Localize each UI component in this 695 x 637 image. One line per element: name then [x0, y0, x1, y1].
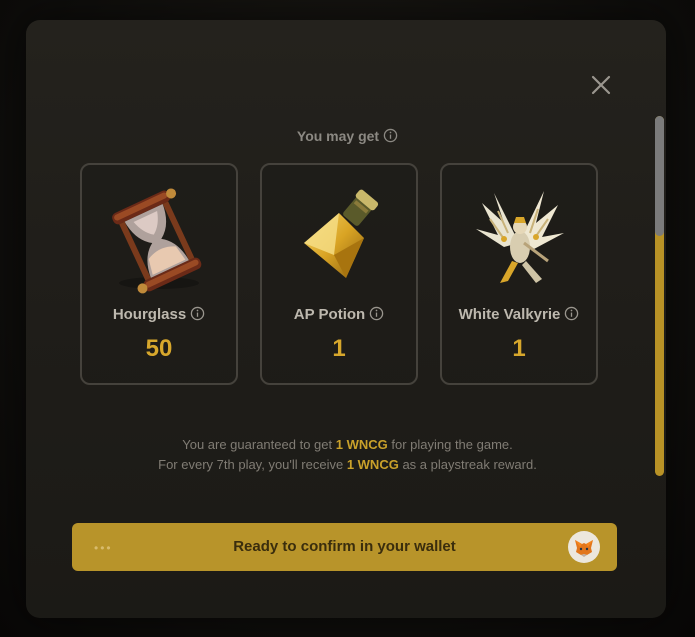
playstreak-amount: 1 WNCG	[346, 457, 399, 472]
playstreak-text: For every 7th play, you'll receive 1 WNC…	[0, 457, 695, 472]
scrollbar[interactable]	[655, 116, 664, 476]
guarantee-text: You are guaranteed to get 1 WNCG for pla…	[0, 437, 695, 452]
reward-name-ap-potion: AP Potion	[262, 306, 416, 323]
playstreak-text-after: as a playstreak reward.	[402, 457, 537, 472]
close-button[interactable]	[588, 72, 614, 98]
reward-name-text: White Valkyrie	[458, 306, 561, 323]
reward-name-text: AP Potion	[293, 306, 366, 323]
metamask-fox-icon	[568, 531, 600, 563]
info-icon[interactable]	[564, 306, 579, 321]
reward-card-hourglass: Hourglass 50	[80, 163, 238, 385]
rewards-subtitle: You may get	[0, 128, 695, 144]
close-icon	[591, 75, 611, 95]
guarantee-text-before: You are guaranteed to get	[182, 437, 333, 452]
confirm-wallet-button[interactable]: ••• Ready to confirm in your wallet	[72, 523, 617, 571]
reward-quantity-ap-potion: 1	[332, 335, 346, 362]
reward-quantity-white-valkyrie: 1	[512, 335, 526, 362]
reward-card-ap-potion: AP Potion 1	[260, 163, 418, 385]
guarantee-amount: 1 WNCG	[335, 437, 388, 452]
info-icon[interactable]	[190, 306, 205, 321]
confirm-wallet-label: Ready to confirm in your wallet	[233, 538, 456, 555]
hourglass-icon	[82, 183, 236, 298]
reward-name-text: Hourglass	[112, 306, 187, 323]
info-icon[interactable]	[369, 306, 384, 321]
reward-name-white-valkyrie: White Valkyrie	[442, 306, 596, 323]
reward-card-white-valkyrie: White Valkyrie 1	[440, 163, 598, 385]
playstreak-text-before: For every 7th play, you'll receive	[158, 457, 344, 472]
subtitle-text: You may get	[296, 128, 380, 144]
potion-icon	[262, 183, 416, 298]
guarantee-text-after: for playing the game.	[391, 437, 513, 452]
reward-quantity-hourglass: 50	[145, 335, 173, 362]
info-icon[interactable]	[383, 128, 398, 143]
reward-name-hourglass: Hourglass	[82, 306, 236, 323]
valkyrie-icon	[442, 183, 596, 298]
